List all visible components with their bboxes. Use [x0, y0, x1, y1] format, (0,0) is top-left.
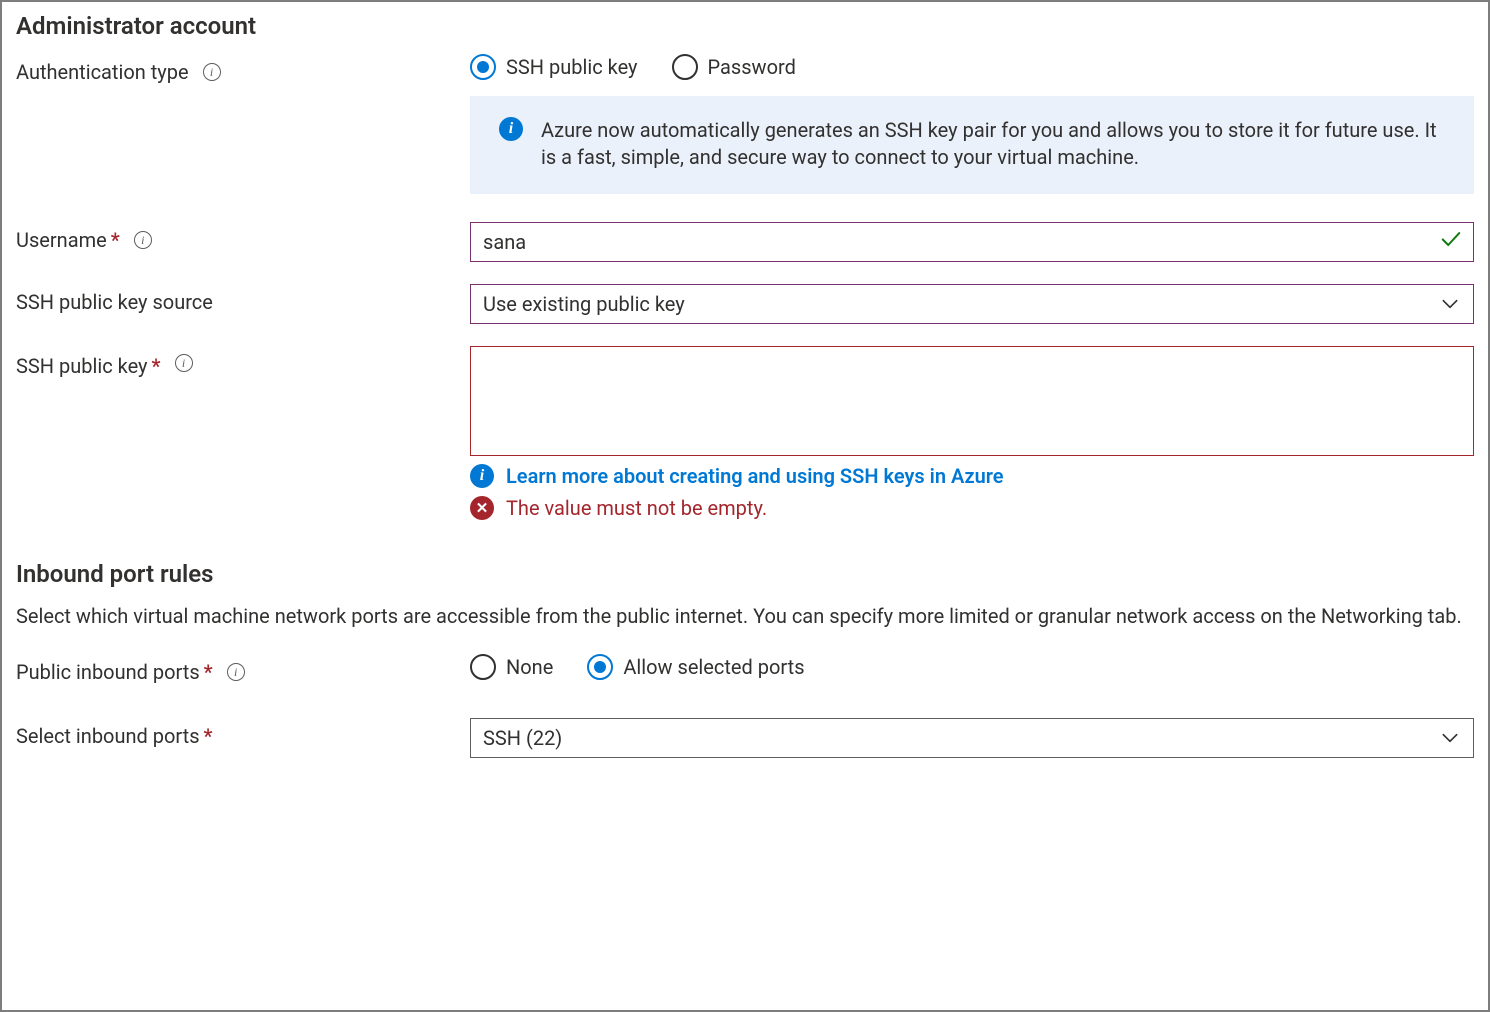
select-value: Use existing public key: [483, 292, 685, 316]
info-icon: i: [499, 117, 523, 141]
ssh-key-label: SSH public key*: [16, 354, 161, 378]
radio-allow-selected-ports[interactable]: Allow selected ports: [587, 654, 804, 680]
info-icon: i: [470, 464, 494, 488]
form-panel: Administrator account Authentication typ…: [0, 0, 1490, 1012]
select-inbound-label: Select inbound ports*: [16, 724, 213, 748]
public-inbound-radio-group: None Allow selected ports: [470, 654, 1474, 680]
row-auth-type: Authentication type i SSH public key Pas…: [16, 54, 1474, 194]
callout-text: Azure now automatically generates an SSH…: [541, 117, 1445, 171]
ssh-source-label: SSH public key source: [16, 290, 213, 314]
section-title-admin: Administrator account: [16, 12, 1474, 40]
ssh-source-select-wrap: Use existing public key: [470, 284, 1474, 324]
radio-label: Password: [708, 55, 796, 79]
row-username: Username* i: [16, 222, 1474, 262]
row-ssh-key: SSH public key* i i Learn more about cre…: [16, 346, 1474, 520]
select-inbound-select-wrap: SSH (22): [470, 718, 1474, 758]
section-title-ports: Inbound port rules: [16, 560, 1474, 588]
radio-label: Allow selected ports: [623, 655, 804, 679]
ssh-key-error-text: The value must not be empty.: [506, 496, 767, 520]
info-callout: i Azure now automatically generates an S…: [470, 96, 1474, 194]
radio-circle-icon: [470, 54, 496, 80]
public-inbound-label: Public inbound ports*: [16, 660, 213, 684]
label-ssh-source: SSH public key source: [16, 284, 454, 320]
ssh-key-error-row: ✕ The value must not be empty.: [470, 496, 1474, 520]
label-auth-type: Authentication type i: [16, 54, 454, 90]
label-public-inbound: Public inbound ports* i: [16, 654, 454, 690]
radio-none[interactable]: None: [470, 654, 553, 680]
username-label: Username*: [16, 228, 120, 252]
error-icon: ✕: [470, 496, 494, 520]
info-icon[interactable]: i: [175, 354, 193, 372]
radio-circle-icon: [587, 654, 613, 680]
label-select-inbound: Select inbound ports*: [16, 718, 454, 754]
radio-circle-icon: [672, 54, 698, 80]
username-input-wrap: [470, 222, 1474, 262]
row-ssh-source: SSH public key source Use existing publi…: [16, 284, 1474, 324]
ports-description: Select which virtual machine network por…: [16, 602, 1474, 630]
info-icon[interactable]: i: [134, 231, 152, 249]
info-icon[interactable]: i: [203, 63, 221, 81]
ssh-key-learn-more-row: i Learn more about creating and using SS…: [470, 464, 1474, 488]
row-select-inbound: Select inbound ports* SSH (22): [16, 718, 1474, 758]
radio-circle-icon: [470, 654, 496, 680]
radio-ssh-public-key[interactable]: SSH public key: [470, 54, 638, 80]
ssh-key-textarea[interactable]: [470, 346, 1474, 456]
radio-label: None: [506, 655, 553, 679]
select-value: SSH (22): [483, 726, 562, 750]
username-input[interactable]: [470, 222, 1474, 262]
auth-type-label: Authentication type: [16, 60, 189, 84]
ssh-source-select[interactable]: Use existing public key: [470, 284, 1474, 324]
row-public-inbound: Public inbound ports* i None Allow selec…: [16, 654, 1474, 690]
ssh-learn-more-link[interactable]: Learn more about creating and using SSH …: [506, 464, 1004, 488]
radio-password[interactable]: Password: [672, 54, 796, 80]
auth-type-radio-group: SSH public key Password: [470, 54, 1474, 80]
label-ssh-key: SSH public key* i: [16, 346, 454, 382]
select-inbound-select[interactable]: SSH (22): [470, 718, 1474, 758]
radio-label: SSH public key: [506, 55, 638, 79]
info-icon[interactable]: i: [227, 663, 245, 681]
label-username: Username* i: [16, 222, 454, 258]
